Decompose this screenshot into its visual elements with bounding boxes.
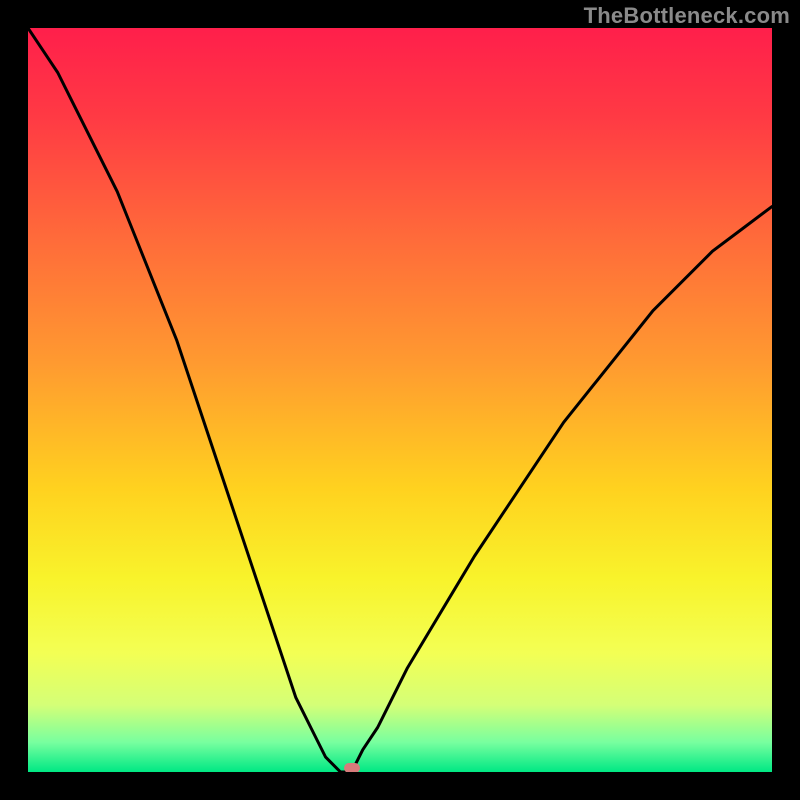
plot-area [28, 28, 772, 772]
watermark-text: TheBottleneck.com [584, 3, 790, 29]
chart-container: TheBottleneck.com [0, 0, 800, 800]
optimal-point-marker [344, 763, 360, 772]
background-gradient [28, 28, 772, 772]
